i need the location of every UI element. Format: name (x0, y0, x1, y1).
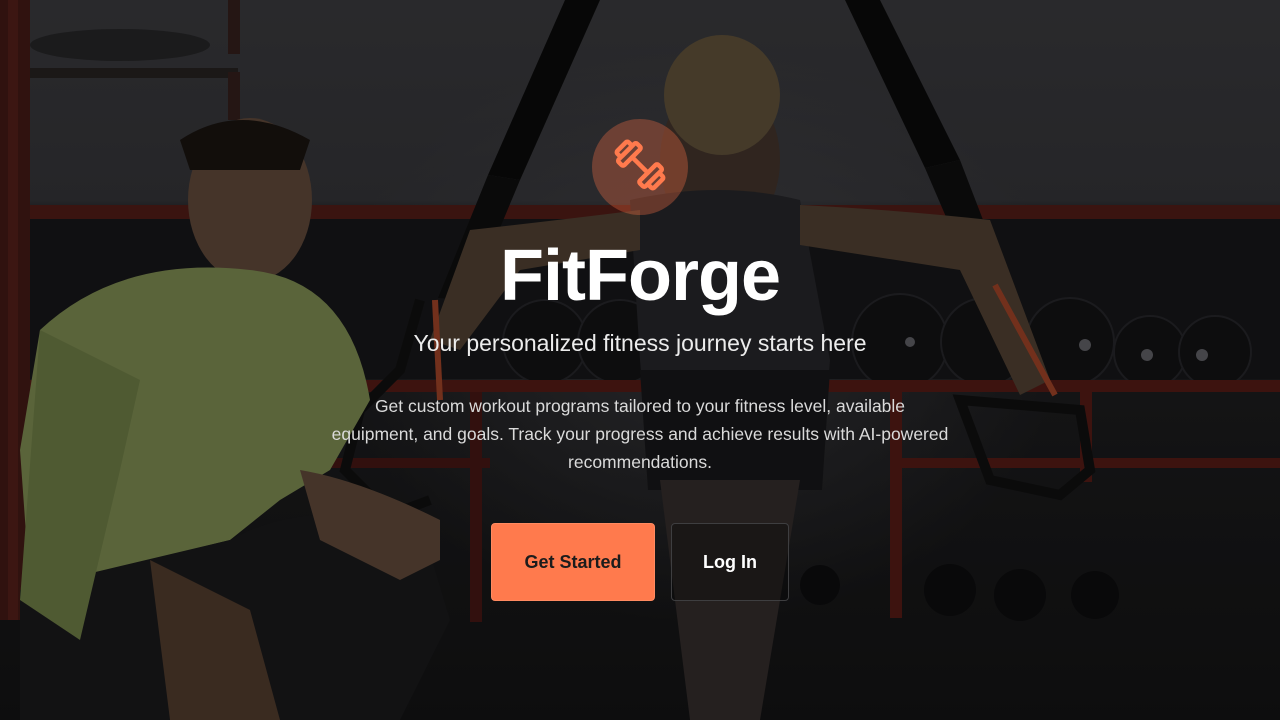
brand-title: FitForge (500, 236, 781, 316)
hero-content: FitForge Your personalized fitness journ… (0, 0, 1280, 720)
get-started-button[interactable]: Get Started (491, 523, 655, 601)
logo-badge (592, 119, 688, 215)
hero-tagline: Your personalized fitness journey starts… (413, 330, 867, 356)
dumbbell-icon (608, 133, 672, 202)
hero-section: FitForge Your personalized fitness journ… (0, 0, 1280, 720)
login-button[interactable]: Log In (671, 523, 789, 601)
hero-description: Get custom workout programs tailored to … (331, 396, 949, 472)
